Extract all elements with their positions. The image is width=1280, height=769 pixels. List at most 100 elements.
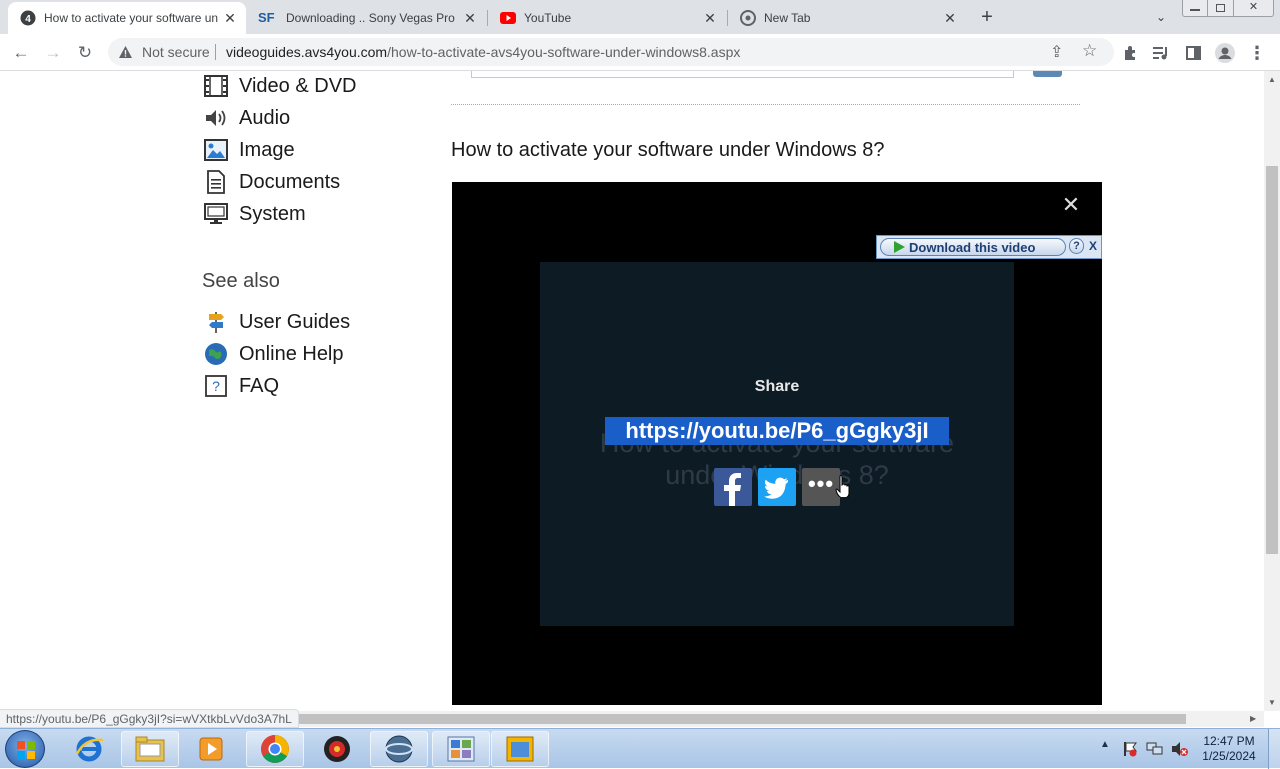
- download-video-button[interactable]: Download this video: [880, 238, 1066, 256]
- nav-label: User Guides: [239, 310, 351, 333]
- globe-icon: [203, 342, 229, 366]
- taskbar-control-panel[interactable]: [432, 731, 490, 767]
- facebook-share-button[interactable]: [714, 468, 752, 506]
- tab-close-icon[interactable]: ✕: [702, 10, 718, 26]
- nav-online-help[interactable]: Online Help: [203, 341, 344, 367]
- bookmark-star-icon[interactable]: ☆: [1082, 41, 1097, 61]
- menu-button[interactable]: ⋮: [1244, 40, 1270, 66]
- nav-image[interactable]: Image: [203, 137, 295, 163]
- forward-button[interactable]: →: [40, 40, 66, 66]
- profile-button[interactable]: [1212, 40, 1238, 66]
- start-button[interactable]: [5, 730, 45, 768]
- taskbar-explorer[interactable]: [121, 731, 179, 767]
- document-icon: [203, 170, 229, 194]
- taskbar-app-globe[interactable]: [370, 731, 428, 767]
- show-desktop-button[interactable]: [1268, 729, 1280, 769]
- url-path: /how-to-activate-avs4you-software-under-…: [387, 44, 741, 60]
- new-tab-plus-icon[interactable]: +: [976, 6, 998, 28]
- tab-close-icon[interactable]: ✕: [462, 10, 478, 26]
- address-bar[interactable]: Not secure videoguides.avs4you.com/how-t…: [108, 38, 1114, 66]
- scroll-right-arrow-icon[interactable]: ▶: [1250, 714, 1256, 723]
- tab-new-tab[interactable]: New Tab ✕: [728, 2, 966, 34]
- nav-video-dvd[interactable]: Video & DVD: [203, 73, 356, 99]
- nav-documents[interactable]: Documents: [203, 169, 340, 195]
- reading-list-button[interactable]: [1148, 40, 1174, 66]
- download-close-button[interactable]: X: [1086, 238, 1100, 254]
- page-title: How to activate your software under Wind…: [451, 139, 885, 161]
- tab-search-chevron-icon[interactable]: ⌄: [1150, 6, 1172, 28]
- play-arrow-icon: [894, 241, 905, 253]
- nav-audio[interactable]: Audio: [203, 105, 290, 131]
- site-search-button[interactable]: [1033, 71, 1062, 77]
- security-label[interactable]: Not secure: [142, 44, 210, 60]
- tab-strip: 4 How to activate your software under Wi…: [0, 0, 1280, 34]
- nav-faq[interactable]: ? FAQ: [203, 373, 279, 399]
- download-help-button[interactable]: ?: [1069, 238, 1084, 254]
- sourceforge-icon: SF: [258, 10, 275, 25]
- scroll-up-arrow-icon[interactable]: ▲: [1268, 75, 1276, 84]
- clock-time: 12:47 PM: [1203, 734, 1255, 748]
- twitter-icon: [764, 477, 788, 499]
- recorder-icon: [324, 736, 350, 762]
- chrome-icon: [261, 735, 289, 763]
- speaker-icon: [203, 106, 229, 130]
- chrome-icon: [740, 10, 756, 26]
- back-arrow-icon: ←: [12, 43, 30, 62]
- taskbar-chrome[interactable]: [246, 731, 304, 767]
- tab-sourceforge[interactable]: SF Downloading .. Sony Vegas Pro - ✕: [248, 2, 486, 34]
- windows-logo-icon: [17, 741, 35, 759]
- vertical-scrollbar[interactable]: ▲ ▼: [1264, 71, 1280, 711]
- window-close-button[interactable]: ✕: [1234, 0, 1274, 17]
- facebook-icon: [724, 473, 741, 506]
- network-icon[interactable]: [1146, 741, 1164, 757]
- share-page-icon[interactable]: ⇪: [1050, 42, 1063, 62]
- tab-active[interactable]: 4 How to activate your software under Wi…: [8, 2, 246, 34]
- scroll-down-arrow-icon[interactable]: ▼: [1268, 698, 1276, 707]
- vertical-scroll-thumb[interactable]: [1266, 166, 1278, 554]
- control-panel-icon: [447, 736, 475, 762]
- taskbar-app-window[interactable]: [491, 731, 549, 767]
- show-hidden-icons-icon[interactable]: ▲: [1100, 739, 1110, 750]
- app-window-icon: [506, 736, 534, 762]
- omnibox-divider: [215, 44, 216, 60]
- extensions-button[interactable]: [1118, 40, 1144, 66]
- restore-button[interactable]: [1208, 0, 1234, 17]
- windows-taskbar: ▲ 12:47 PM 1/25/2024: [0, 728, 1280, 769]
- action-center-flag-icon[interactable]: [1122, 741, 1138, 757]
- video-player[interactable]: ✕ How to activate your software under Wi…: [452, 182, 1102, 705]
- monitor-icon: [203, 202, 229, 226]
- internet-explorer-icon: [75, 736, 104, 762]
- back-button[interactable]: ←: [8, 40, 34, 66]
- taskbar-recorder[interactable]: [308, 731, 366, 767]
- forward-arrow-icon: →: [44, 43, 62, 62]
- taskbar-media[interactable]: [182, 731, 240, 767]
- tab-youtube[interactable]: YouTube ✕: [488, 2, 726, 34]
- nav-label: System: [239, 202, 306, 225]
- volume-muted-icon[interactable]: [1171, 741, 1189, 757]
- avs4you-icon: 4: [20, 10, 36, 26]
- site-search-input[interactable]: [471, 71, 1014, 78]
- side-panel-button[interactable]: [1180, 40, 1206, 66]
- signpost-icon: [203, 310, 229, 334]
- tab-title: Downloading .. Sony Vegas Pro -: [286, 11, 456, 25]
- horizontal-scroll-thumb[interactable]: [290, 714, 1186, 724]
- tab-close-icon[interactable]: ✕: [222, 10, 238, 26]
- more-dots-icon: •••: [807, 471, 835, 496]
- share-url[interactable]: https://youtu.be/P6_gGgky3jI: [605, 417, 949, 445]
- video-close-icon[interactable]: ✕: [1061, 194, 1081, 216]
- nav-label: FAQ: [239, 374, 280, 397]
- tab-close-icon[interactable]: ✕: [942, 10, 958, 26]
- folder-icon: [135, 736, 165, 762]
- nav-system[interactable]: System: [203, 201, 306, 227]
- hand-cursor-icon: [835, 475, 850, 497]
- help-label: ?: [1073, 240, 1080, 252]
- taskbar-ie[interactable]: [60, 731, 118, 767]
- tab-title: How to activate your software under Wind…: [44, 11, 218, 25]
- minimize-icon: [1190, 9, 1200, 11]
- minimize-button[interactable]: [1182, 0, 1208, 17]
- url-text[interactable]: videoguides.avs4you.com/how-to-activate-…: [226, 44, 740, 60]
- twitter-share-button[interactable]: [758, 468, 796, 506]
- tray-clock[interactable]: 12:47 PM 1/25/2024: [1198, 734, 1260, 764]
- nav-user-guides[interactable]: User Guides: [203, 309, 350, 335]
- reload-button[interactable]: ↻: [72, 40, 98, 66]
